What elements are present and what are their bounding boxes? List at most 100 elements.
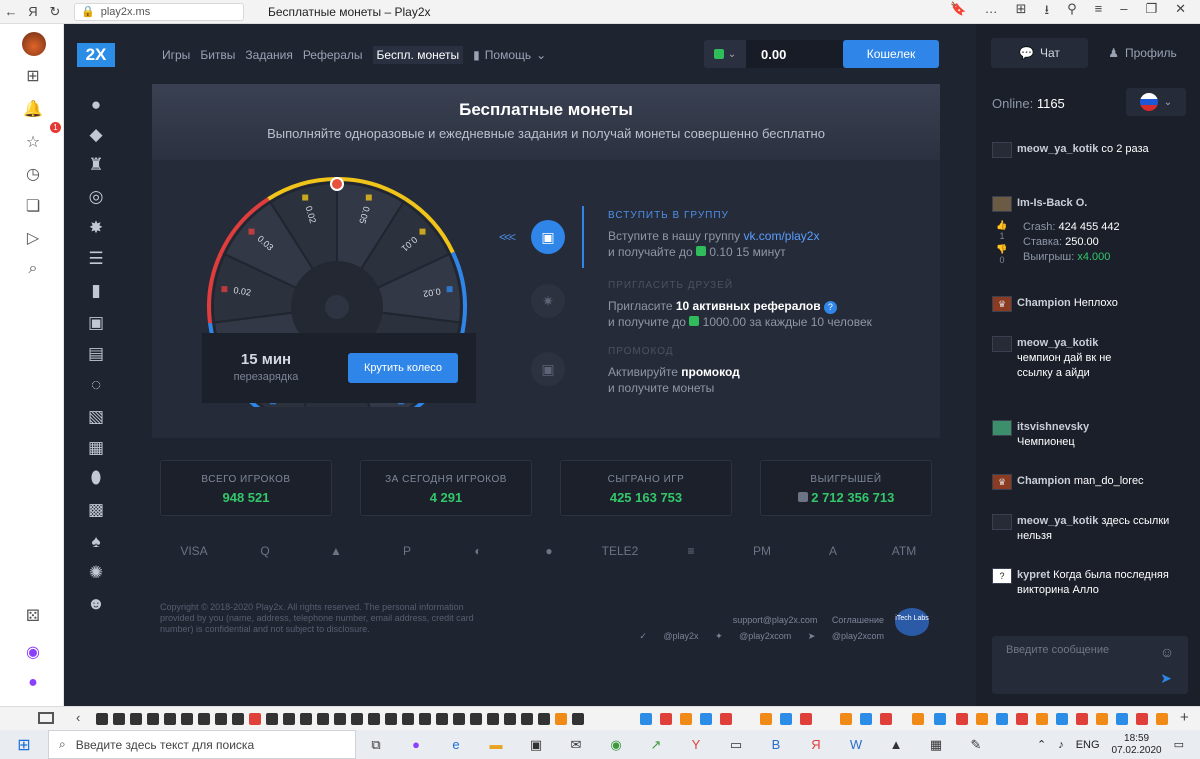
bookmark-icon[interactable] xyxy=(860,713,872,725)
bookmark-icon[interactable] xyxy=(934,713,946,725)
bookmark-icon[interactable] xyxy=(640,713,652,725)
currency-selector[interactable]: ⌄ xyxy=(704,40,746,68)
bookmark-icon[interactable]: 🔖 xyxy=(950,1,966,23)
support-email-link[interactable]: support@play2x.com xyxy=(733,615,818,625)
search-page-icon[interactable]: ⌕ xyxy=(20,260,46,286)
bookmark-icon[interactable] xyxy=(368,713,380,725)
nav-help[interactable]: ▮ Помощь ⌄ xyxy=(473,46,546,64)
bookmark-icon[interactable] xyxy=(113,713,125,725)
bookmark-icon[interactable] xyxy=(317,713,329,725)
back-icon[interactable]: ← xyxy=(0,4,22,19)
blackjack-icon[interactable]: ▧ xyxy=(85,406,107,428)
emoji-icon[interactable]: ☺ xyxy=(1158,644,1176,662)
avatar[interactable] xyxy=(992,336,1012,352)
add-bookmark-icon[interactable]: + xyxy=(1180,709,1189,726)
chart-app-icon[interactable]: ↗ xyxy=(636,737,676,753)
calculator-icon[interactable]: ▦ xyxy=(916,737,956,753)
messenger-icon[interactable]: ◉ xyxy=(20,642,46,668)
task-view-icon[interactable]: ⧉ xyxy=(356,737,396,753)
chat-nick[interactable]: Im-Is-Back O. xyxy=(1017,197,1087,209)
collections-icon[interactable]: ❏ xyxy=(20,196,46,222)
address-bar[interactable]: 🔒 play2x.ms xyxy=(74,2,244,21)
bookmark-icon[interactable] xyxy=(555,713,567,725)
bookmark-icon[interactable] xyxy=(720,713,732,725)
avatar[interactable]: ♛ xyxy=(992,296,1012,312)
edge-icon[interactable]: e xyxy=(436,737,476,752)
telegram-social-link[interactable]: ➤ @play2xcom xyxy=(808,631,884,641)
store-icon[interactable]: ▣ xyxy=(516,737,556,753)
bookmark-icon[interactable] xyxy=(760,713,772,725)
bookmark-icon[interactable] xyxy=(453,713,465,725)
slot-icon[interactable]: ▣ xyxy=(85,312,107,334)
bookmark-icon[interactable] xyxy=(880,713,892,725)
chat-message-input[interactable] xyxy=(1006,644,1146,680)
close-icon[interactable]: ✕ xyxy=(1175,1,1186,23)
language-indicator[interactable]: ENG xyxy=(1076,739,1100,751)
spin-wheel-button[interactable]: Крутить колесо xyxy=(348,353,458,383)
paint-icon[interactable]: ✎ xyxy=(956,737,996,753)
profile-avatar[interactable] xyxy=(22,32,46,56)
thumbs-up-icon[interactable]: 👍 xyxy=(992,220,1012,231)
bookmark-icon[interactable] xyxy=(1116,713,1128,725)
bookmark-icon[interactable] xyxy=(181,713,193,725)
word-icon[interactable]: W xyxy=(836,737,876,752)
chat-nick[interactable]: itsvishnevsky xyxy=(1017,421,1089,433)
clock[interactable]: 18:59 07.02.2020 xyxy=(1112,733,1162,757)
bookmark-icon[interactable] xyxy=(402,713,414,725)
wheel-icon[interactable]: ◌ xyxy=(85,374,107,396)
chat-nick[interactable]: meow_ya_kotik xyxy=(1017,337,1098,349)
keno-icon[interactable]: ▦ xyxy=(85,437,107,459)
yandex-icon[interactable]: Я xyxy=(22,4,44,19)
nine-icon[interactable]: ▩ xyxy=(85,499,107,521)
notification-center-icon[interactable]: ▭ xyxy=(1174,738,1184,751)
send-icon[interactable]: ➤ xyxy=(1156,670,1176,688)
bookmark-icon[interactable] xyxy=(334,713,346,725)
ladder-icon[interactable]: ☰ xyxy=(85,248,107,270)
maximize-icon[interactable]: ❐ xyxy=(1145,1,1157,23)
bookmark-icon[interactable] xyxy=(780,713,792,725)
camera-icon[interactable]: ▭ xyxy=(716,737,756,753)
avatar[interactable] xyxy=(992,142,1012,158)
spade-icon[interactable]: ♠ xyxy=(85,531,107,553)
bookmark-icon[interactable] xyxy=(1016,713,1028,725)
photos-icon[interactable]: ▲ xyxy=(876,737,916,752)
folder-icon[interactable]: ▬ xyxy=(476,737,516,752)
notifications-icon[interactable]: 🔔 xyxy=(20,99,46,125)
chevron-left-icon[interactable]: ‹ xyxy=(76,710,80,725)
bookmark-icon[interactable] xyxy=(351,713,363,725)
bookmark-icon[interactable] xyxy=(912,713,924,725)
bookmark-icon[interactable] xyxy=(266,713,278,725)
bookmark-icon[interactable] xyxy=(521,713,533,725)
reload-icon[interactable]: ↻ xyxy=(44,4,66,20)
bookmark-icon[interactable] xyxy=(470,713,482,725)
vk-social-link[interactable]: ✓ @play2x xyxy=(639,631,698,641)
chart-bars-icon[interactable]: ▮ xyxy=(85,280,107,302)
smile-icon[interactable]: ☻ xyxy=(85,593,107,615)
avatar[interactable] xyxy=(992,514,1012,530)
vk-group-link[interactable]: vk.com/play2x xyxy=(743,229,819,243)
bookmark-icon[interactable] xyxy=(660,713,672,725)
bookmark-icon[interactable] xyxy=(283,713,295,725)
apps-grid-icon[interactable]: ⊞ xyxy=(20,66,46,92)
bookmark-icon[interactable] xyxy=(164,713,176,725)
bookmark-icon[interactable] xyxy=(232,713,244,725)
alice-taskbar-icon[interactable]: ● xyxy=(396,737,436,752)
card-icon[interactable]: ▤ xyxy=(85,343,107,365)
twitter-social-link[interactable]: ✦ @play2xcom xyxy=(715,631,791,641)
bookmark-icon[interactable] xyxy=(419,713,431,725)
avatar[interactable]: ♛ xyxy=(992,474,1012,490)
site-logo[interactable]: 2X xyxy=(77,43,115,67)
chat-nick[interactable]: meow_ya_kotik xyxy=(1017,143,1098,155)
more-icon[interactable]: … xyxy=(985,1,998,23)
bookmark-icon[interactable] xyxy=(487,713,499,725)
pin-icon[interactable]: ⚲ xyxy=(1067,1,1077,23)
itech-labs-badge[interactable]: iTech Labs xyxy=(895,608,929,636)
step-bold[interactable]: промокод xyxy=(681,365,739,379)
download-icon[interactable]: ⭳ xyxy=(1045,1,1050,23)
taskbar-search[interactable]: ⌕ Введите здесь текст для поиска xyxy=(48,730,356,759)
bookmark-icon[interactable] xyxy=(1156,713,1168,725)
dice-icon[interactable]: ◆ xyxy=(85,124,107,146)
alice-icon[interactable]: ● xyxy=(20,674,46,700)
crowd-icon[interactable]: ✸ xyxy=(85,217,107,239)
avatar[interactable]: ? xyxy=(992,568,1012,584)
